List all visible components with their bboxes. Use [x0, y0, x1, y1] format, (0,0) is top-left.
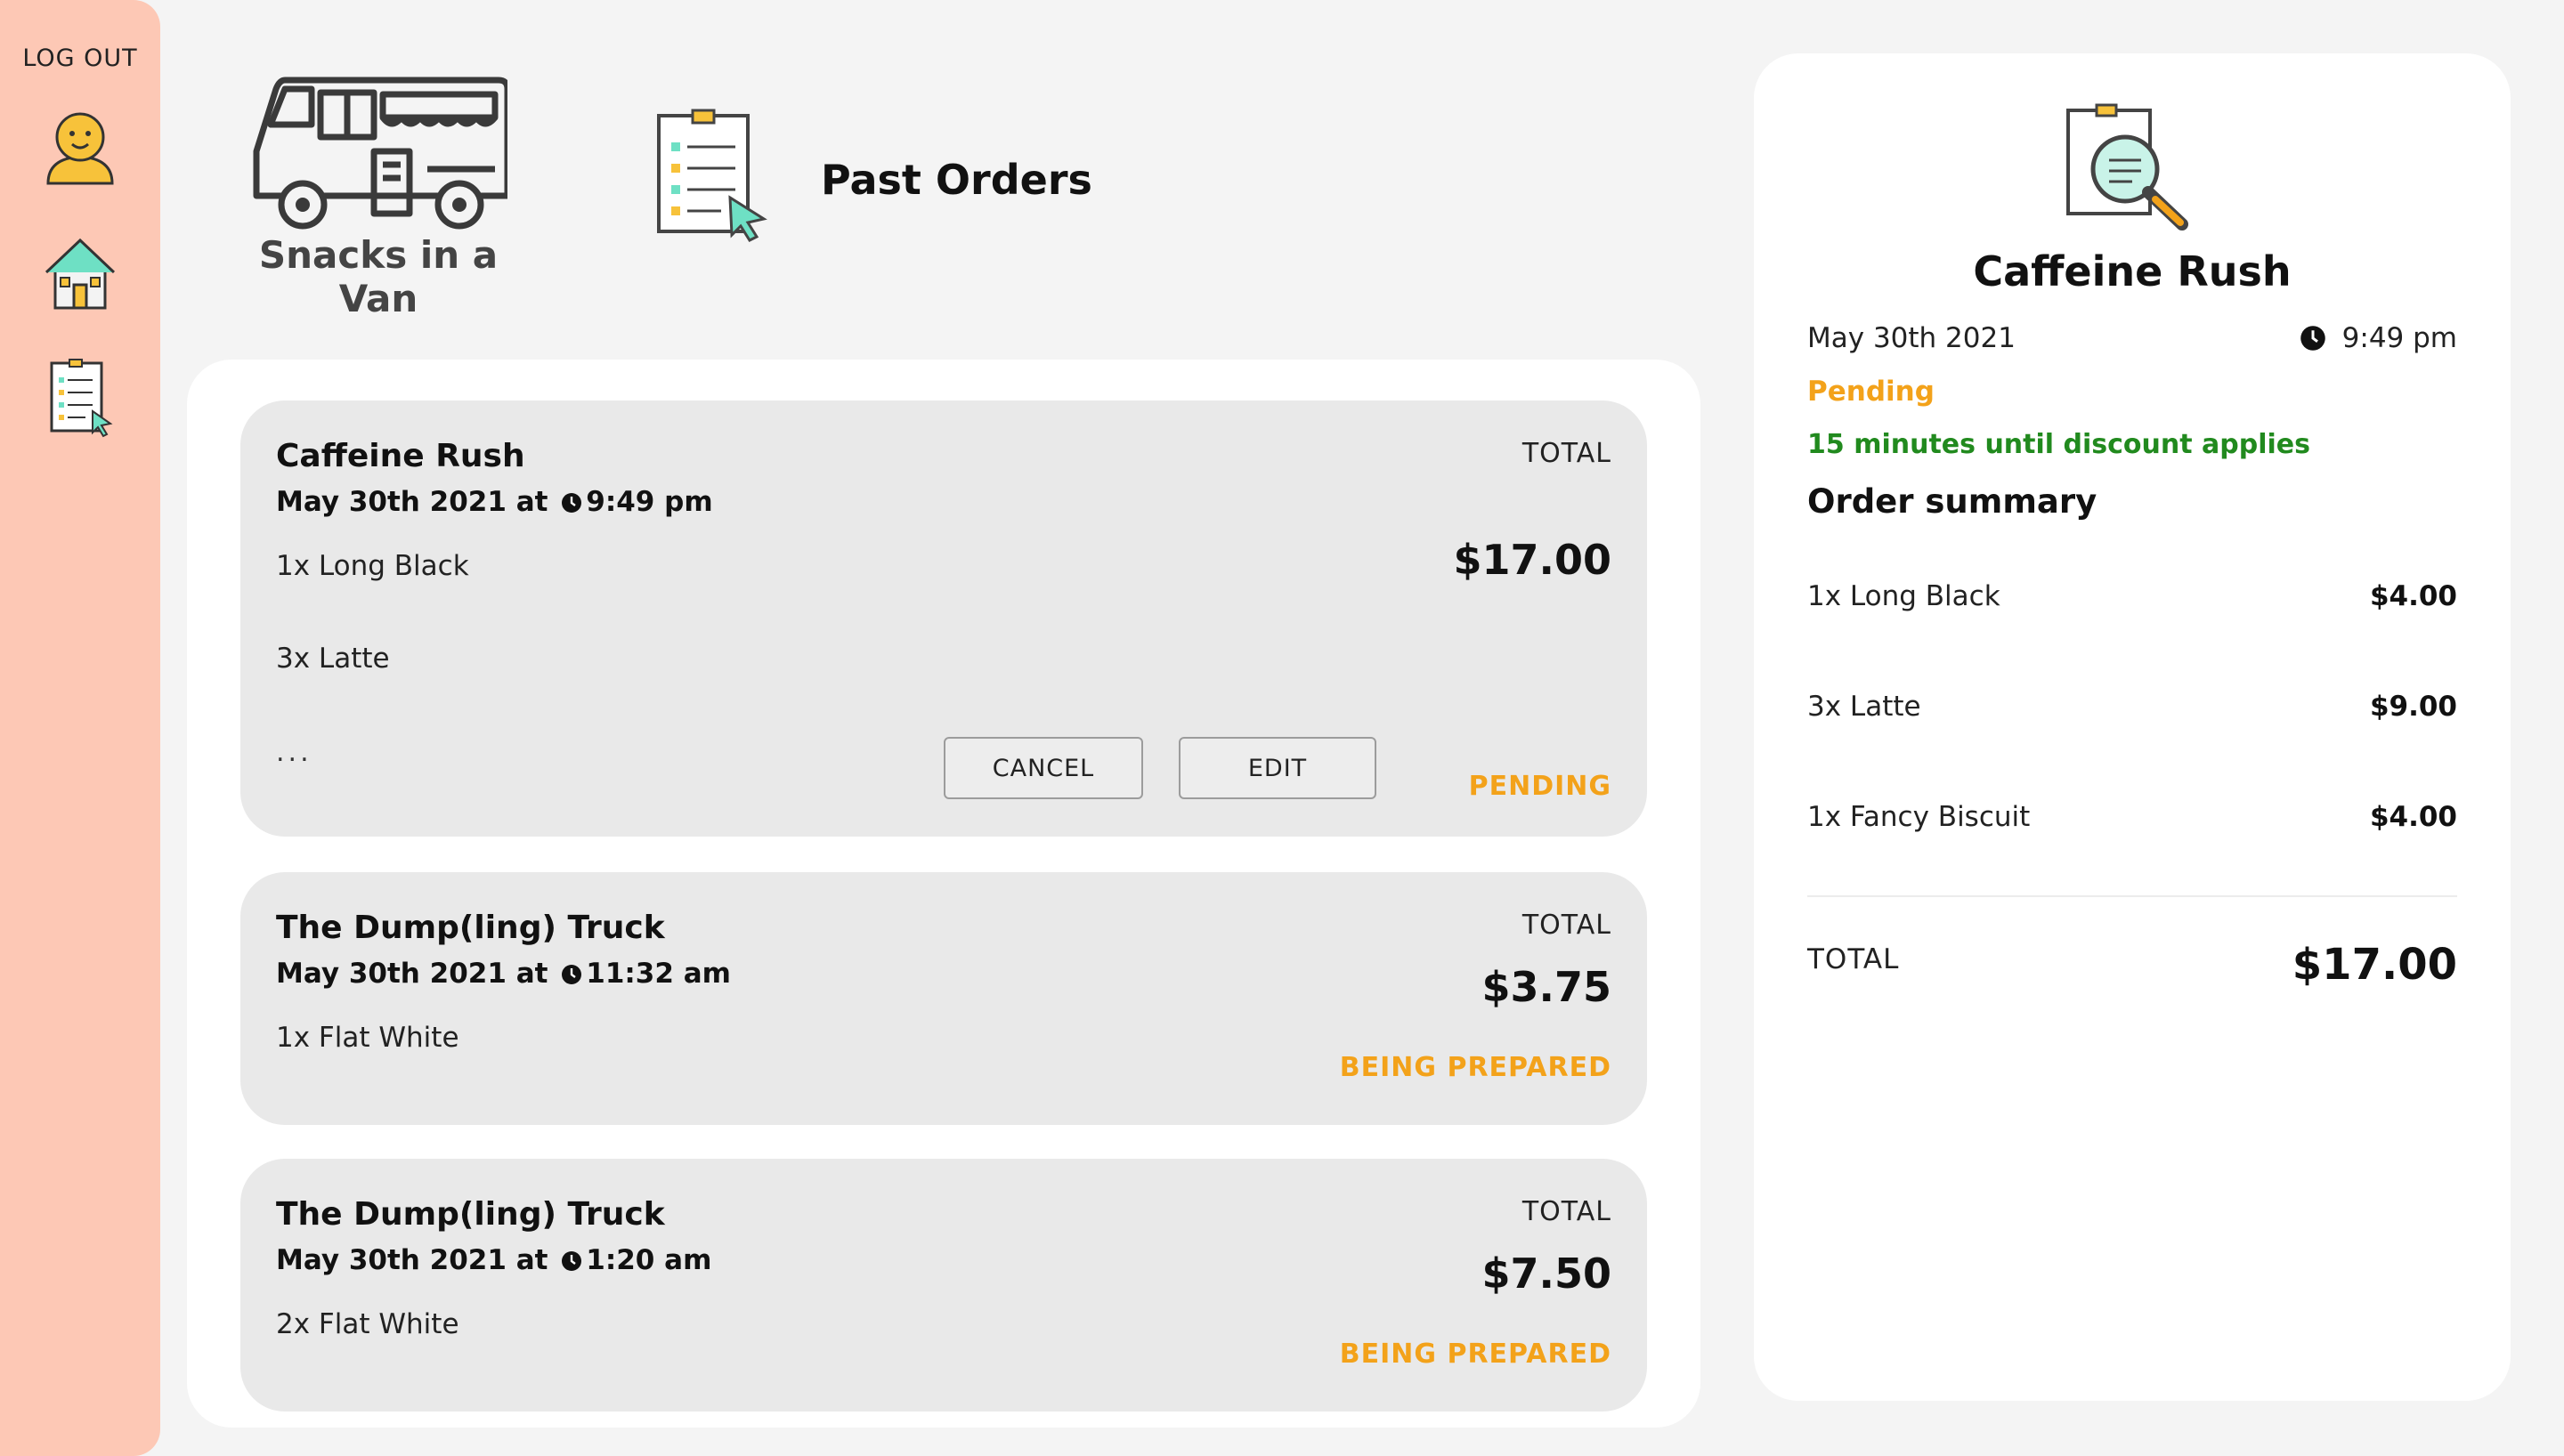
brand-name: Snacks in a Van: [258, 233, 499, 320]
order-detail-panel: Caffeine Rush May 30th 2021 9:49 pm Pend…: [1754, 53, 2511, 1401]
summary-divider: [1807, 895, 2457, 897]
order-time: 9:49 pm: [586, 486, 713, 518]
order-search-icon: [2066, 103, 2188, 231]
sidebar: LOG OUT: [0, 0, 160, 1456]
order-total-label: TOTAL: [1521, 1196, 1611, 1227]
order-date-text: May 30th 2021 at: [276, 958, 548, 990]
past-orders-icon: [657, 109, 767, 242]
clock-icon: [562, 493, 582, 513]
detail-status: Pending: [1807, 376, 1935, 408]
orders-panel: Caffeine Rush May 30th 2021 at 9:49 pm 1…: [187, 360, 1700, 1428]
detail-time-text: 9:49 pm: [2341, 322, 2457, 354]
orders-icon[interactable]: [43, 358, 118, 438]
order-item: 1x Flat White: [276, 1022, 459, 1054]
discount-note: 15 minutes until discount applies: [1807, 429, 2310, 460]
order-time: 11:32 am: [586, 958, 731, 990]
logout-link[interactable]: LOG OUT: [0, 44, 160, 72]
summary-item-price: $9.00: [2369, 691, 2457, 723]
cancel-button[interactable]: CANCEL: [944, 737, 1143, 799]
edit-button[interactable]: EDIT: [1179, 737, 1376, 799]
order-vendor: Caffeine Rush: [276, 438, 525, 474]
order-item: 1x Long Black: [276, 550, 469, 582]
order-total: $7.50: [1481, 1250, 1611, 1298]
order-date: May 30th 2021 at 11:32 am: [276, 958, 731, 990]
detail-time: 9:49 pm: [2300, 322, 2457, 354]
order-date: May 30th 2021 at 9:49 pm: [276, 486, 713, 518]
order-total-label: TOTAL: [1521, 910, 1611, 941]
order-date: May 30th 2021 at 1:20 am: [276, 1244, 711, 1276]
profile-icon[interactable]: [43, 107, 118, 187]
order-summary-title: Order summary: [1807, 482, 2097, 521]
summary-item-name: 3x Latte: [1807, 691, 1921, 723]
order-date-text: May 30th 2021 at: [276, 486, 548, 518]
order-item: 2x Flat White: [276, 1308, 459, 1340]
clock-icon: [562, 1251, 582, 1271]
summary-item-price: $4.00: [2369, 801, 2457, 833]
summary-item-name: 1x Fancy Biscuit: [1807, 801, 2031, 833]
summary-item-price: $4.00: [2369, 580, 2457, 612]
detail-date: May 30th 2021: [1807, 322, 2016, 354]
clock-icon: [2300, 326, 2325, 351]
food-truck-icon: [253, 77, 507, 230]
home-icon[interactable]: [43, 233, 118, 313]
order-card[interactable]: The Dump(ling) Truck May 30th 2021 at 11…: [240, 872, 1647, 1125]
order-date-text: May 30th 2021 at: [276, 1244, 548, 1276]
order-more-items: ...: [276, 737, 312, 768]
order-card[interactable]: Caffeine Rush May 30th 2021 at 9:49 pm 1…: [240, 400, 1647, 837]
order-card[interactable]: The Dump(ling) Truck May 30th 2021 at 1:…: [240, 1159, 1647, 1412]
page-title: Past Orders: [821, 156, 1092, 204]
order-total-label: TOTAL: [1521, 438, 1611, 469]
clock-icon: [562, 965, 582, 984]
order-item: 3x Latte: [276, 643, 390, 675]
order-status: PENDING: [1468, 771, 1611, 802]
order-vendor: The Dump(ling) Truck: [276, 1196, 665, 1233]
summary-total-label: TOTAL: [1807, 943, 1900, 975]
order-total: $17.00: [1453, 536, 1611, 584]
order-time: 1:20 am: [586, 1244, 712, 1276]
order-status: BEING PREPARED: [1339, 1052, 1611, 1083]
summary-item-name: 1x Long Black: [1807, 580, 2000, 612]
order-total: $3.75: [1481, 963, 1611, 1011]
detail-vendor: Caffeine Rush: [1973, 247, 2292, 295]
order-status: BEING PREPARED: [1339, 1339, 1611, 1370]
order-vendor: The Dump(ling) Truck: [276, 910, 665, 946]
summary-total: $17.00: [2292, 940, 2457, 990]
